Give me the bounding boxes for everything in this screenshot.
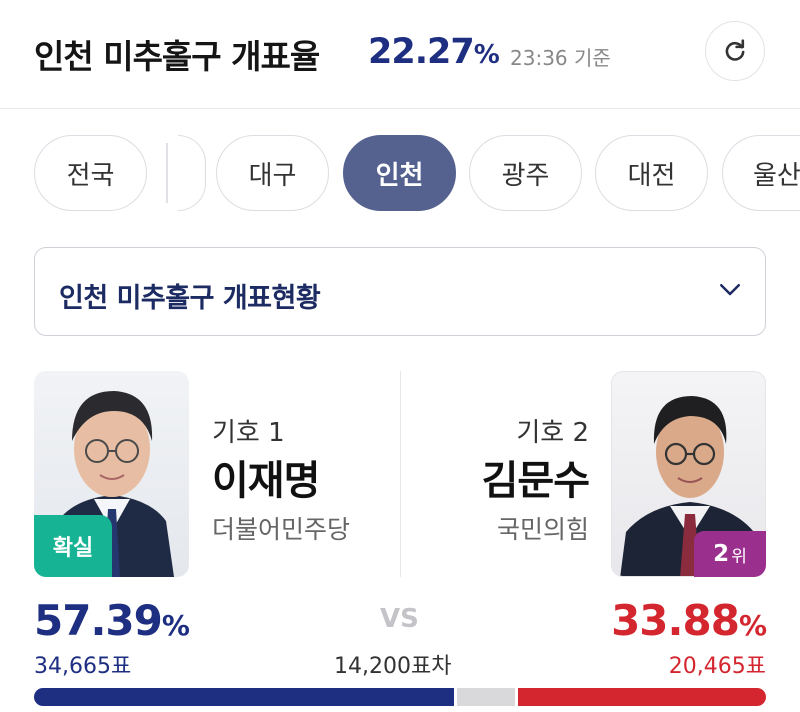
chevron-down-icon [720, 284, 740, 296]
candidate-1-percent-unit: % [161, 609, 190, 642]
candidate-2-percent: 33.88% [611, 596, 767, 645]
candidate-1-name: 이재명 [212, 458, 320, 504]
candidate-2-name: 김문수 [481, 458, 590, 504]
candidate-1-percent: 57.39% [34, 596, 190, 645]
vs-label: VS [380, 604, 419, 634]
candidate-2-votes: 20,465표 [668, 654, 766, 679]
rank-badge: 2위 [694, 531, 766, 577]
tab-region-nationwide[interactable]: 전국 [34, 135, 147, 211]
refresh-button[interactable] [705, 21, 765, 81]
confirmed-badge: 확실 [34, 515, 112, 577]
tab-region-gwangju[interactable]: 광주 [469, 135, 582, 211]
tab-region-daegu[interactable]: 대구 [216, 135, 329, 211]
count-rate-unit: % [473, 40, 500, 70]
count-rate: 22.27% [368, 32, 500, 72]
candidate-2-percent-value: 33.88 [611, 596, 740, 645]
candidate-2-number: 기호 2 [516, 418, 589, 448]
vote-share-bar [34, 688, 766, 706]
rank-badge-suffix: 위 [731, 546, 747, 567]
candidate-divider [400, 371, 401, 577]
vote-gap: 14,200표차 [334, 654, 452, 679]
vote-share-bar-other [457, 688, 515, 706]
tab-region-ulsan[interactable]: 울산 [722, 135, 800, 211]
header: 인천 미추홀구 개표율 22.27% 23:36 기준 [0, 0, 800, 109]
region-tabs: 전국 대구 인천 광주 대전 울산 [0, 135, 800, 213]
district-select-label: 인천 미추홀구 개표현황 [59, 283, 321, 314]
tab-region-incheon[interactable]: 인천 [343, 135, 456, 211]
page-title: 인천 미추홀구 개표율 [34, 37, 320, 76]
count-rate-value: 22.27 [368, 32, 475, 72]
vote-share-bar-candidate-1 [34, 688, 454, 706]
district-select[interactable]: 인천 미추홀구 개표현황 [34, 247, 766, 336]
refresh-icon [725, 39, 745, 61]
update-timestamp: 23:36 기준 [510, 46, 611, 70]
candidate-1-number: 기호 1 [212, 418, 285, 448]
tab-region-daejeon[interactable]: 대전 [595, 135, 708, 211]
candidate-1-percent-value: 57.39 [34, 596, 163, 645]
candidate-2-party: 국민의힘 [496, 515, 589, 544]
candidate-1-votes: 34,665표 [34, 654, 132, 679]
candidate-2-percent-unit: % [738, 609, 767, 642]
candidate-1-party: 더불어민주당 [212, 515, 351, 544]
vote-share-bar-candidate-2 [518, 688, 766, 706]
rank-badge-number: 2 [713, 541, 730, 567]
tab-divider [166, 143, 168, 203]
